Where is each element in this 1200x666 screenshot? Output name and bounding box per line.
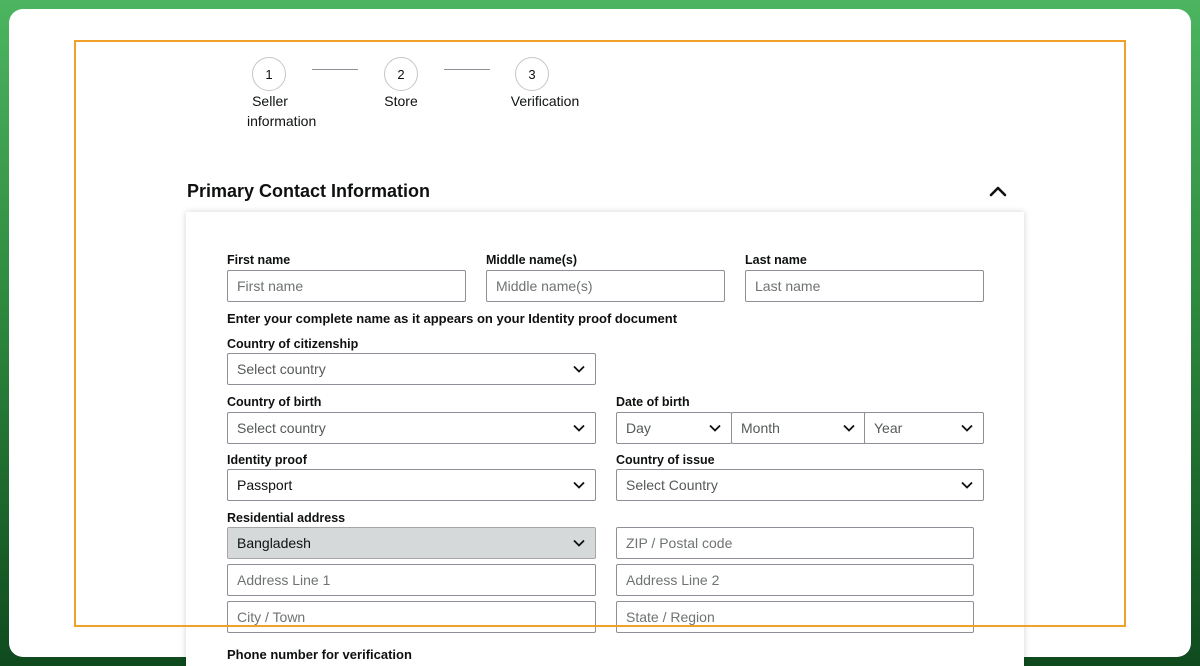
step-3-circle[interactable]: 3 <box>515 57 549 91</box>
step-1-label-line2: information <box>247 113 317 129</box>
last-name-label: Last name <box>745 253 807 267</box>
dob-year-select[interactable]: Year <box>864 412 984 444</box>
step-3-number: 3 <box>528 66 536 82</box>
chevron-down-icon <box>961 424 973 432</box>
step-2-label: Store <box>384 93 418 109</box>
birth-country-value: Select country <box>237 420 326 436</box>
city-town-input[interactable] <box>227 601 596 633</box>
country-of-issue-value: Select Country <box>626 477 718 493</box>
chevron-down-icon <box>573 481 585 489</box>
step-connector-1 <box>312 69 358 70</box>
country-of-issue-label: Country of issue <box>616 453 715 467</box>
chevron-down-icon <box>709 424 721 432</box>
step-1-circle[interactable]: 1 <box>252 57 286 91</box>
chevron-down-icon <box>573 539 585 547</box>
middle-name-label: Middle name(s) <box>486 253 577 267</box>
address-line-2-input[interactable] <box>616 564 974 596</box>
first-name-input[interactable] <box>227 270 466 302</box>
chevron-down-icon <box>573 365 585 373</box>
last-name-input[interactable] <box>745 270 984 302</box>
chevron-down-icon <box>843 424 855 432</box>
step-1-label-line1: Seller <box>252 93 288 109</box>
phone-verification-label: Phone number for verification <box>227 647 412 662</box>
middle-name-input[interactable] <box>486 270 725 302</box>
address-country-select[interactable]: Bangladesh <box>227 527 596 559</box>
chevron-up-icon[interactable] <box>987 182 1009 200</box>
citizenship-select[interactable]: Select country <box>227 353 596 385</box>
identity-proof-select[interactable]: Passport <box>227 469 596 501</box>
dob-month-select[interactable]: Month <box>731 412 866 444</box>
identity-proof-value: Passport <box>237 477 293 493</box>
chevron-down-icon <box>573 424 585 432</box>
dob-month-value: Month <box>741 420 780 436</box>
state-region-input[interactable] <box>616 601 974 633</box>
birth-country-select[interactable]: Select country <box>227 412 596 444</box>
step-connector-2 <box>444 69 490 70</box>
identity-proof-label: Identity proof <box>227 453 307 467</box>
address-line-1-input[interactable] <box>227 564 596 596</box>
step-2-circle[interactable]: 2 <box>384 57 418 91</box>
name-instruction-note: Enter your complete name as it appears o… <box>227 311 678 326</box>
step-2-number: 2 <box>397 66 405 82</box>
first-name-label: First name <box>227 253 291 267</box>
dob-day-value: Day <box>626 420 651 436</box>
birth-country-label: Country of birth <box>227 395 322 409</box>
step-3-label: Verification <box>510 93 580 109</box>
country-of-issue-select[interactable]: Select Country <box>616 469 984 501</box>
section-title: Primary Contact Information <box>187 181 431 201</box>
chevron-down-icon <box>961 481 973 489</box>
citizenship-value: Select country <box>237 361 326 377</box>
citizenship-label: Country of citizenship <box>227 337 359 351</box>
step-1-number: 1 <box>265 66 273 82</box>
zip-postal-input[interactable] <box>616 527 974 559</box>
dob-year-value: Year <box>874 420 903 436</box>
address-country-value: Bangladesh <box>237 535 311 551</box>
residential-address-label: Residential address <box>227 511 346 525</box>
dob-day-select[interactable]: Day <box>616 412 732 444</box>
dob-label: Date of birth <box>616 395 690 409</box>
